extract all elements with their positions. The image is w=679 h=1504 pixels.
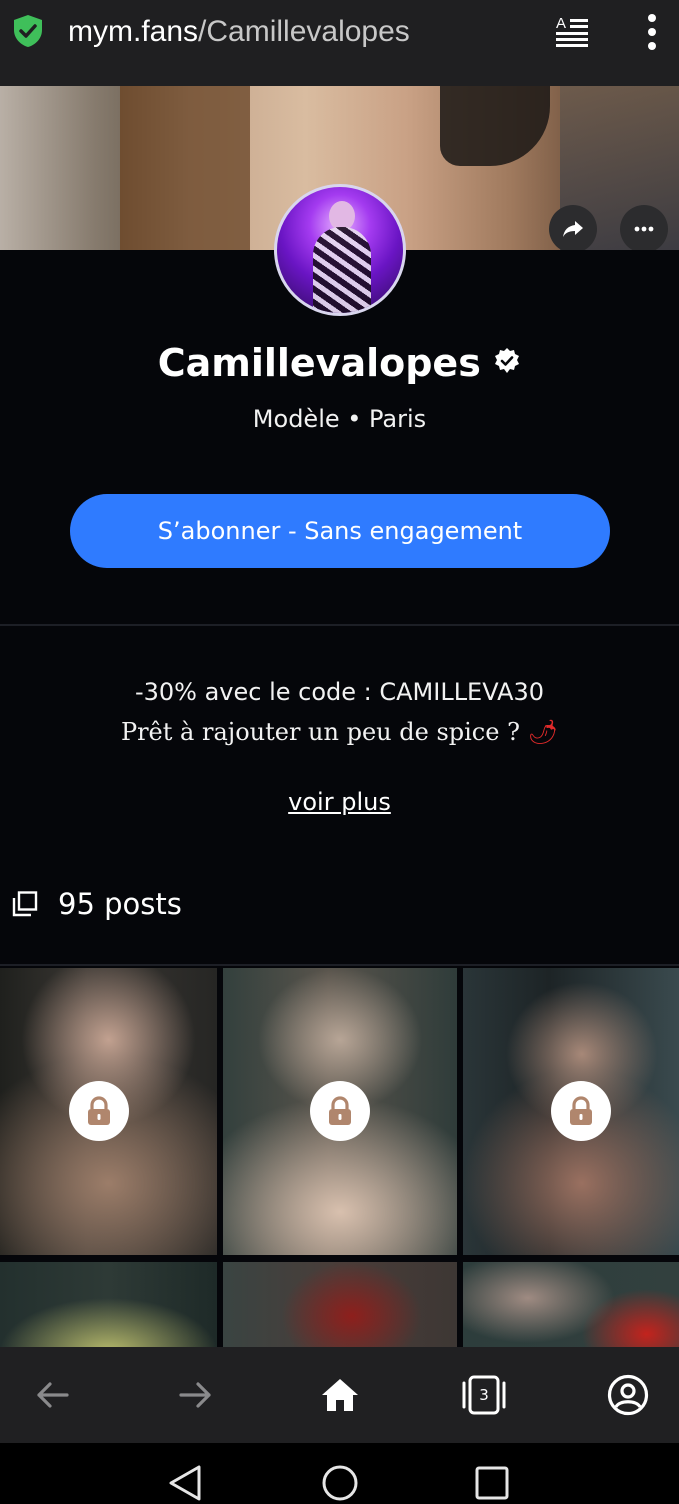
share-button[interactable] — [549, 205, 597, 250]
posts-count: 95 posts — [58, 887, 182, 921]
account-icon — [607, 1374, 649, 1416]
browser-menu-icon[interactable] — [640, 12, 664, 52]
url-field[interactable]: mym.fans/Camillevalopes — [68, 12, 410, 52]
forward-button[interactable] — [170, 1369, 222, 1421]
avatar-body-shape — [313, 227, 371, 313]
browser-address-bar: mym.fans/Camillevalopes A — [0, 0, 679, 86]
verified-badge-icon — [495, 348, 520, 373]
profile-name: Camillevalopes — [157, 341, 481, 385]
lock-button[interactable] — [551, 1081, 611, 1141]
bio-promo-line: -30% avec le code : CAMILLEVA30 — [134, 678, 545, 706]
posts-grid — [0, 968, 679, 1348]
lock-icon — [88, 1096, 110, 1125]
nav-back-icon[interactable] — [166, 1463, 206, 1503]
subscribe-button[interactable]: S’abonner - Sans engagement — [70, 494, 610, 568]
profile-name-row: Camillevalopes — [0, 336, 679, 390]
cover-shade-hair — [440, 86, 550, 166]
more-horizontal-icon — [634, 226, 654, 232]
profile-subtitle: Modèle • Paris — [252, 405, 427, 433]
chili-pepper-emoji: 🌶 — [527, 718, 559, 746]
system-navigation-bar — [0, 1443, 679, 1504]
locked-post-tile[interactable] — [463, 1262, 679, 1348]
home-icon — [322, 1379, 358, 1411]
locked-post-tile[interactable] — [0, 968, 217, 1255]
back-button[interactable] — [26, 1369, 78, 1421]
tabs-count: 3 — [479, 1386, 489, 1404]
url-path: /Camillevalopes — [198, 15, 410, 48]
bio-tagline: Prêt à rajouter un peu de spice ? 🌶 — [0, 712, 679, 752]
svg-text:A: A — [556, 15, 566, 32]
arrow-right-icon — [179, 1382, 211, 1408]
shield-check-icon[interactable] — [12, 14, 44, 48]
posts-count-row: 95 posts — [12, 880, 182, 928]
url-domain: mym.fans — [68, 15, 199, 48]
more-options-button[interactable] — [620, 205, 668, 250]
locked-post-tile[interactable] — [0, 1262, 217, 1348]
nav-home-icon[interactable] — [320, 1463, 360, 1503]
browser-toolbar: 3 — [0, 1347, 679, 1443]
lock-button[interactable] — [69, 1081, 129, 1141]
lock-icon — [570, 1096, 592, 1125]
lock-button[interactable] — [310, 1081, 370, 1141]
see-more-link[interactable]: voir plus — [0, 782, 679, 822]
grid-divider — [0, 964, 679, 966]
reader-mode-icon[interactable]: A — [554, 14, 590, 48]
bio-tagline-text: Prêt à rajouter un peu de spice ? — [120, 718, 520, 746]
tabs-button[interactable]: 3 — [458, 1369, 510, 1421]
profile-button[interactable] — [602, 1369, 654, 1421]
cover-shade-door — [120, 86, 250, 250]
section-divider — [0, 624, 679, 626]
lock-icon — [329, 1096, 351, 1125]
locked-post-tile[interactable] — [463, 968, 679, 1255]
nav-recents-icon[interactable] — [472, 1463, 512, 1503]
share-icon — [563, 221, 583, 237]
gallery-icon — [12, 891, 38, 917]
locked-post-tile[interactable] — [223, 968, 457, 1255]
cover-shade-left — [0, 86, 120, 250]
home-button[interactable] — [314, 1369, 366, 1421]
locked-post-tile[interactable] — [223, 1262, 457, 1348]
arrow-left-icon — [37, 1382, 69, 1408]
avatar[interactable] — [274, 184, 406, 316]
